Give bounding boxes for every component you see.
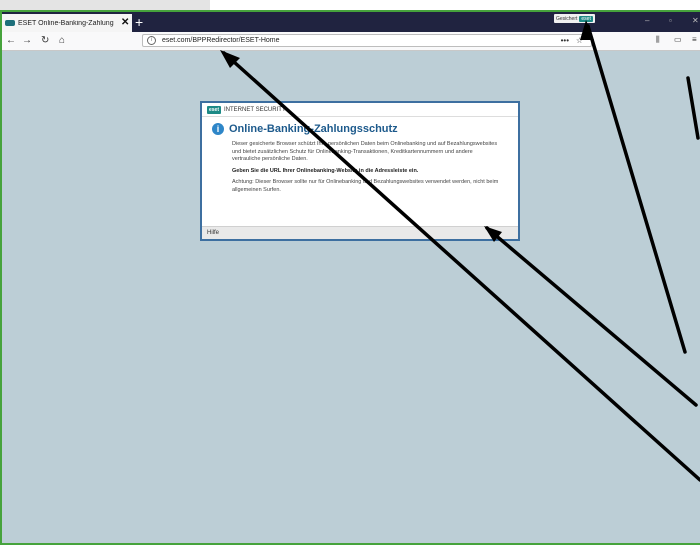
home-icon[interactable]: ⌂ (59, 34, 65, 47)
warning-text: Achtung: Dieser Browser sollte nur für O… (232, 179, 499, 193)
tab-eset-banking[interactable]: ESET Online-Banking-Zahlung ✕ (2, 14, 132, 32)
tab-title: ESET Online-Banking-Zahlung (18, 19, 114, 27)
tab-close-icon[interactable]: ✕ (121, 18, 129, 28)
dialog-title-row: i Online-Banking-Zahlungsschutz (212, 123, 518, 135)
menu-icon[interactable]: ≡ (692, 35, 697, 44)
library-icon[interactable]: ⫼ (656, 35, 660, 45)
help-link[interactable]: Hilfe (207, 230, 219, 236)
more-icon[interactable]: ••• (561, 35, 569, 46)
close-window-icon[interactable]: ✕ (692, 16, 699, 25)
product-name: INTERNET SECURITY (224, 106, 286, 113)
navigation-toolbar: ← → ↻ ⌂ i eset.com/BPPRedirector/ESET-Ho… (2, 32, 700, 51)
info-icon[interactable]: i (147, 36, 156, 45)
instruction-text: Geben Sie die URL Ihrer Onlinebanking-We… (232, 167, 419, 174)
secured-badge: Gesichert eset (554, 14, 595, 23)
address-bar[interactable]: i eset.com/BPPRedirector/ESET-Home ••• ☆ (142, 34, 592, 47)
sidebar-icon[interactable]: ▭ (674, 35, 682, 44)
url-text[interactable]: eset.com/BPPRedirector/ESET-Home (162, 37, 280, 44)
maximize-icon[interactable]: ▫ (669, 16, 672, 25)
screen-edge-strip (0, 0, 210, 10)
banking-protection-dialog: eset INTERNET SECURITY i Online-Banking-… (200, 101, 520, 241)
new-tab-button[interactable]: + (135, 14, 143, 30)
info-circle-icon: i (212, 123, 224, 135)
browser-window: ESET Online-Banking-Zahlung ✕ + Gesicher… (0, 10, 700, 545)
dialog-footer: Hilfe (202, 226, 518, 239)
back-arrow-icon[interactable]: ← (6, 34, 16, 47)
dialog-header: eset INTERNET SECURITY (202, 103, 518, 117)
page-content: eset INTERNET SECURITY i Online-Banking-… (2, 51, 700, 543)
forward-arrow-icon[interactable]: → (22, 34, 32, 47)
star-icon[interactable]: ☆ (576, 35, 583, 46)
dialog-title: Online-Banking-Zahlungsschutz (229, 123, 398, 135)
secured-label: Gesichert (556, 15, 578, 22)
eset-badge-logo: eset (579, 15, 593, 22)
eset-logo: eset (207, 105, 222, 114)
minimize-icon[interactable]: – (645, 16, 649, 25)
title-bar: ESET Online-Banking-Zahlung ✕ + Gesicher… (2, 12, 700, 32)
description-text: Dieser gesicherte Browser schützt Ihre p… (232, 141, 498, 162)
dialog-body: Dieser gesicherte Browser schützt Ihre p… (232, 141, 500, 194)
eset-tab-icon (5, 20, 15, 26)
reload-icon[interactable]: ↻ (41, 34, 49, 47)
